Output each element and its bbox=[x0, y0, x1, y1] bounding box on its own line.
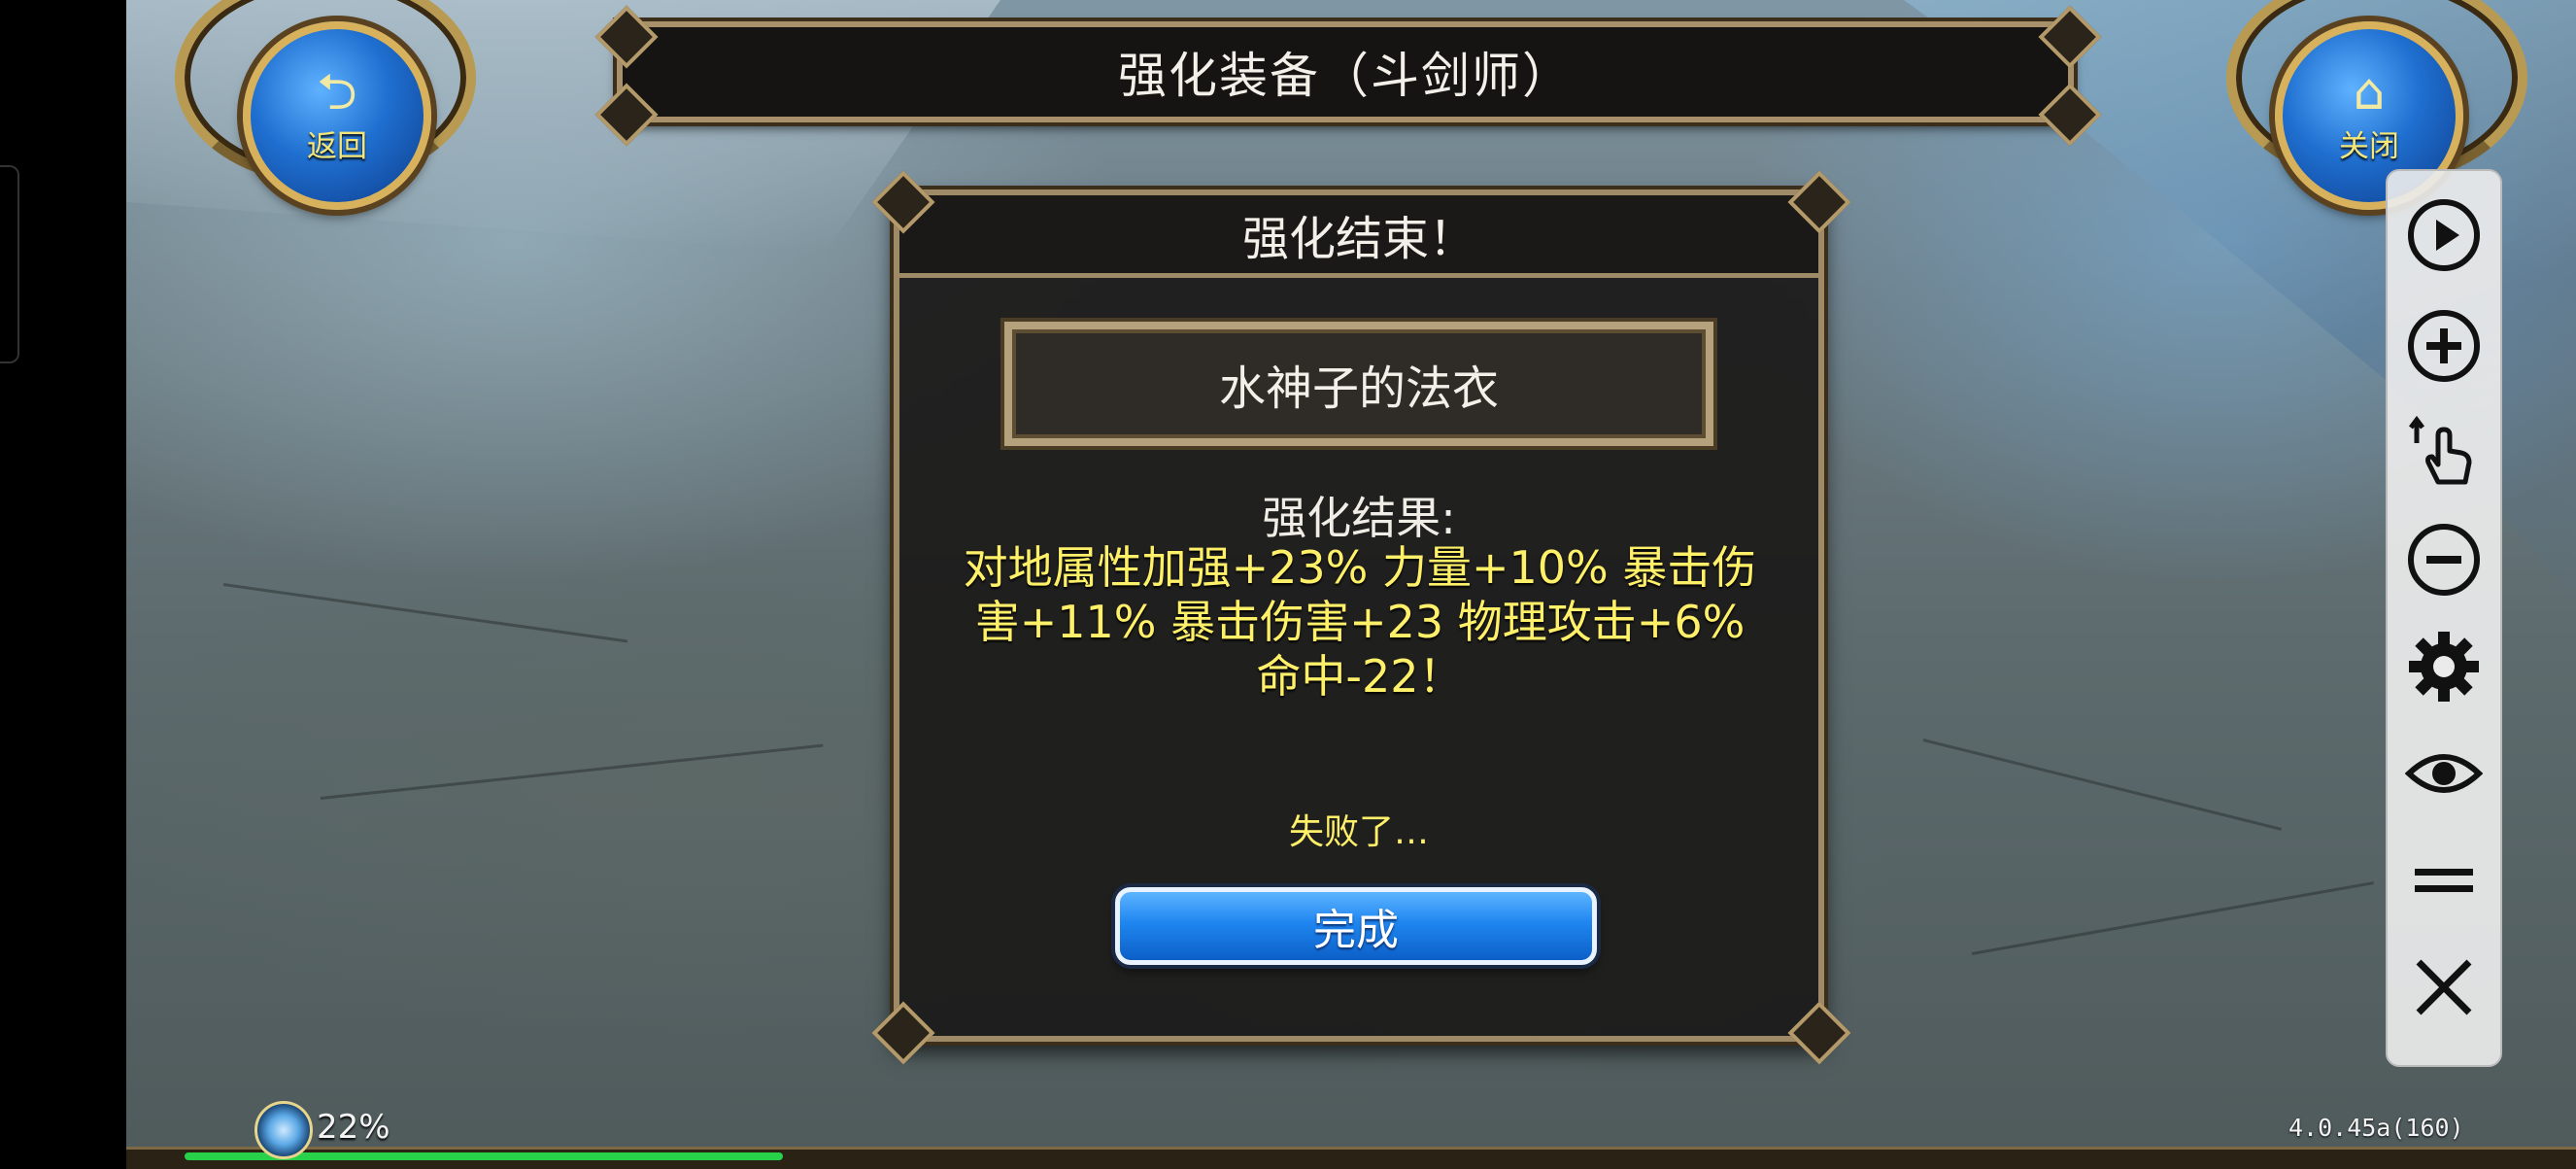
close-label: 关闭 bbox=[2339, 128, 2399, 164]
close-icon bbox=[2416, 959, 2472, 1015]
progress-percent: 22% bbox=[317, 1108, 390, 1147]
side-notch bbox=[0, 165, 19, 363]
result-line: 害+11% 暴击伤害+23 物理攻击+6% bbox=[974, 596, 1746, 648]
scene-crack bbox=[1922, 739, 2283, 831]
item-name-box: 水神子的法衣 bbox=[1004, 322, 1713, 446]
version-label: 4.0.45a(160) bbox=[2288, 1114, 2464, 1142]
done-button[interactable]: 完成 bbox=[1115, 887, 1597, 965]
dialog-header: 强化结束！ bbox=[899, 195, 1818, 278]
toolbar-close-button[interactable] bbox=[2405, 948, 2483, 1026]
menu-icon bbox=[2415, 869, 2473, 892]
scene-crack bbox=[222, 583, 628, 643]
page-title: 强化装备（斗剑师） bbox=[1118, 48, 1573, 104]
tap-gesture-button[interactable] bbox=[2405, 414, 2483, 492]
visibility-button[interactable] bbox=[2405, 735, 2483, 812]
menu-button[interactable] bbox=[2405, 842, 2483, 919]
floating-toolbar bbox=[2386, 169, 2502, 1067]
zoom-in-button[interactable] bbox=[2405, 307, 2483, 385]
home-icon: ⌂ bbox=[2353, 62, 2386, 121]
result-line: 对地属性加强+23% 力量+10% 暴击伤 bbox=[963, 541, 1757, 594]
result-stats: 对地属性加强+23% 力量+10% 暴击伤 害+11% 暴击伤害+23 物理攻击… bbox=[933, 540, 1786, 704]
scene-crack bbox=[1971, 881, 2374, 955]
zoom-out-button[interactable] bbox=[2405, 521, 2483, 599]
play-icon bbox=[2408, 199, 2480, 271]
zoom-out-icon bbox=[2408, 524, 2480, 596]
done-label: 完成 bbox=[1313, 906, 1399, 955]
enhance-result-dialog: 强化结束！ 水神子的法衣 强化结果: 对地属性加强+23% 力量+10% 暴击伤… bbox=[894, 189, 1824, 1042]
loading-orb-icon bbox=[254, 1101, 313, 1159]
settings-button[interactable] bbox=[2405, 628, 2483, 705]
result-line: 命中-22！ bbox=[1256, 650, 1464, 703]
item-name: 水神子的法衣 bbox=[1218, 361, 1499, 416]
dialog-title: 强化结束！ bbox=[1241, 212, 1475, 266]
play-button[interactable] bbox=[2405, 196, 2483, 274]
scene-crack bbox=[320, 743, 824, 800]
tap-gesture-icon bbox=[2409, 415, 2472, 485]
title-banner: 强化装备（斗剑师） bbox=[617, 21, 2074, 122]
back-button[interactable]: ⮌ 返回 bbox=[243, 21, 431, 210]
fail-text: 失败了… bbox=[1288, 812, 1429, 852]
eye-icon bbox=[2405, 754, 2483, 793]
settings-icon bbox=[2409, 632, 2479, 702]
zoom-in-icon bbox=[2408, 310, 2480, 382]
back-button-frame: ⮌ 返回 bbox=[165, 0, 486, 210]
result-label: 强化结果: bbox=[1262, 492, 1456, 544]
back-arrow-icon: ⮌ bbox=[317, 62, 357, 121]
back-label: 返回 bbox=[307, 128, 367, 164]
